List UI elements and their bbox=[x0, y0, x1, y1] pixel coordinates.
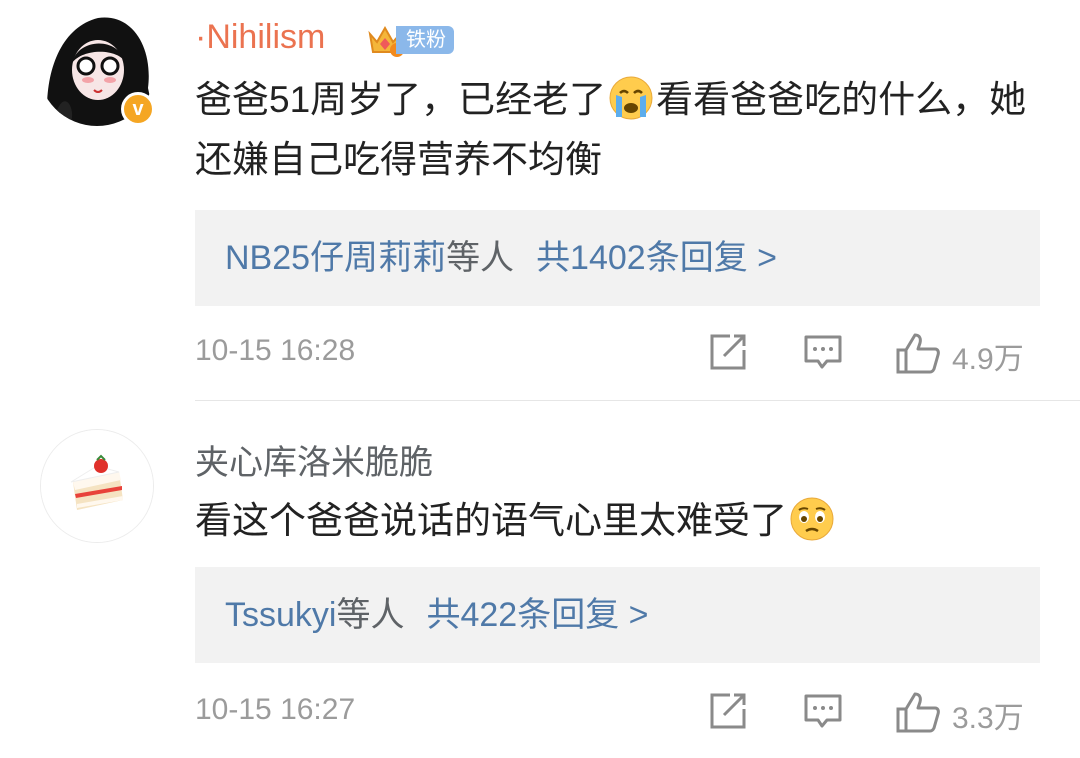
comment-text-part: 看这个爸爸说话的语气心里太难受了 bbox=[195, 500, 787, 541]
comment-icon[interactable] bbox=[803, 691, 843, 731]
share-icon[interactable] bbox=[708, 691, 748, 731]
comment-text: 爸爸51周岁了，已经老了 看看爸爸吃的什么，她还嫌自己吃得营养不均衡 bbox=[195, 70, 1045, 190]
comment-timestamp: 10-15 16:28 bbox=[195, 334, 356, 367]
reply-users[interactable]: NB25仔周莉莉 bbox=[225, 239, 446, 277]
like-count: 4.9万 bbox=[952, 343, 1024, 376]
cake-avatar-illustration bbox=[41, 430, 153, 542]
reply-users[interactable]: Tssukyi bbox=[225, 596, 336, 634]
share-icon[interactable] bbox=[708, 332, 748, 372]
like-icon[interactable] bbox=[895, 691, 941, 733]
replies-summary-button[interactable]: NB25仔周莉莉等人 共1402条回复 > bbox=[195, 210, 1040, 306]
comment-meta: 10-15 16:27 3.3万 bbox=[195, 687, 1040, 737]
comment-text: 看这个爸爸说话的语气心里太难受了 bbox=[195, 491, 1045, 551]
comment-item: 夹心库洛米脆脆 看这个爸爸说话的语气心里太难受了 Tssukyi等人 共422条回… bbox=[0, 401, 1080, 758]
reply-suffix: 等人 bbox=[336, 596, 405, 634]
replies-summary-button[interactable]: Tssukyi等人 共422条回复 > bbox=[195, 567, 1040, 663]
avatar[interactable] bbox=[40, 429, 154, 543]
reply-count[interactable]: 共1402条回复 > bbox=[536, 239, 777, 277]
like-count: 3.3万 bbox=[952, 702, 1024, 735]
crying-face-emoji-icon bbox=[609, 76, 653, 120]
comment-username[interactable]: ·Nihilism bbox=[195, 18, 325, 57]
reply-suffix: 等人 bbox=[446, 239, 515, 277]
reply-count[interactable]: 共422条回复 > bbox=[426, 596, 648, 634]
comment-timestamp: 10-15 16:27 bbox=[195, 693, 356, 726]
fan-badge-label: 铁粉 bbox=[396, 26, 454, 54]
comment-username[interactable]: 夹心库洛米脆脆 bbox=[195, 435, 433, 484]
comment-meta: 10-15 16:28 4.9万 bbox=[195, 328, 1040, 378]
like-icon[interactable] bbox=[895, 332, 941, 374]
comment-text-part: 爸爸51周岁了，已经老了 bbox=[195, 79, 607, 120]
comment-icon[interactable] bbox=[803, 332, 843, 372]
sad-face-emoji-icon bbox=[790, 497, 834, 541]
verified-badge-icon: v bbox=[121, 92, 155, 126]
comment-item: v ·Nihilism 铁粉 爸爸51周岁了，已经老了 看看爸爸吃的什么，她还嫌… bbox=[0, 0, 1080, 400]
fan-badge: 铁粉 bbox=[366, 20, 456, 58]
